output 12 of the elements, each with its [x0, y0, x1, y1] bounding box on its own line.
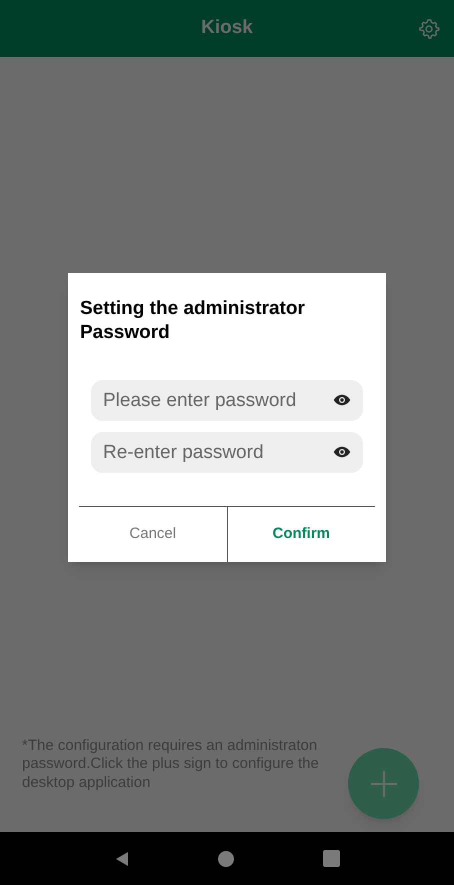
password-field[interactable]: Re-enter password — [91, 432, 363, 473]
confirm-button[interactable]: Confirm — [226, 507, 375, 562]
recents-icon[interactable] — [322, 850, 340, 867]
back-icon[interactable] — [114, 850, 130, 866]
dialog-title: Setting the administrator Password — [79, 297, 306, 345]
cancel-button[interactable]: Cancel — [79, 507, 226, 562]
eye-icon[interactable] — [333, 394, 351, 406]
app-title: Kiosk — [201, 16, 253, 40]
home-icon[interactable] — [218, 850, 234, 866]
password-field[interactable]: Please enter password — [91, 380, 363, 421]
plus-icon — [370, 770, 396, 796]
eye-icon[interactable] — [333, 446, 351, 458]
